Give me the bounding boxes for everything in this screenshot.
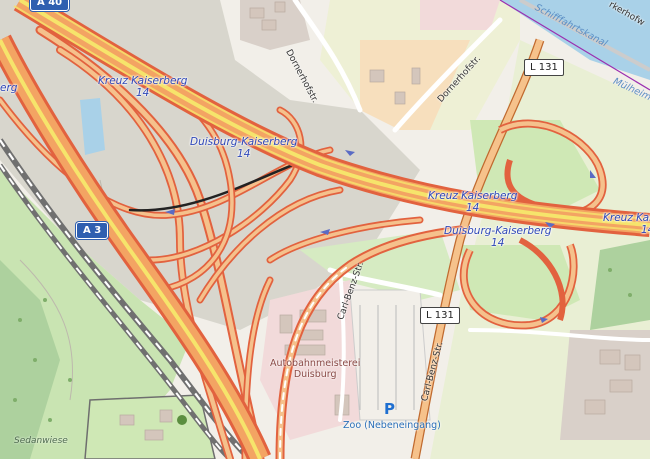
junction-name: Kreuz Kaiserberg	[603, 212, 650, 224]
junction-number: 14	[641, 224, 650, 236]
commercial-north	[420, 0, 500, 30]
zoo-area	[84, 394, 216, 459]
junction-name: Kreuz Kaiserberg	[428, 190, 518, 202]
zoo-icon	[177, 415, 187, 425]
poi-name-line1: Autobahnmeisterei	[270, 358, 361, 369]
a3-shield: A 3	[76, 222, 109, 239]
l131-shield-north: L 131	[524, 59, 564, 76]
junction-number: 14	[237, 148, 251, 160]
a40-shield: A 40	[30, 0, 70, 11]
junction-number: 14	[491, 237, 505, 249]
junction-number: 14	[136, 87, 150, 99]
junction-label-kreuz-kaiserberg-1: Kreuz Kaiserberg 14	[98, 75, 187, 99]
parking-icon[interactable]: P	[384, 400, 395, 418]
residential-southeast	[560, 330, 650, 440]
junction-label-kreuz-kaiserberg-2: Kreuz Kaiserberg 14	[428, 190, 517, 214]
junction-label-cut-left: erg	[0, 82, 18, 94]
l131-shield-south: L 131	[420, 307, 460, 324]
junction-label-duisburg-kaiserberg-1: Duisburg-Kaiserberg 14	[190, 136, 297, 160]
junction-number: 14	[466, 202, 480, 214]
junction-name: Duisburg-Kaiserberg	[190, 136, 298, 148]
map-canvas[interactable]: Kreuz Kaiserberg 14 Duisburg-Kaiserberg …	[0, 0, 650, 459]
zoo-entrance-label[interactable]: Zoo (Nebeneingang)	[343, 420, 441, 431]
junction-label-duisburg-kaiserberg-2: Duisburg-Kaiserberg 14	[444, 225, 551, 249]
junction-label-kreuz-kaiserberg-3: Kreuz Kaiserberg 14	[603, 212, 650, 236]
autobahnmeisterei-label: Autobahnmeisterei Duisburg	[270, 358, 360, 380]
junction-name: Duisburg-Kaiserberg	[444, 225, 552, 237]
junction-name: Kreuz Kaiserberg	[98, 75, 188, 87]
poi-name-line2: Duisburg	[293, 369, 337, 380]
sedanwiese-label: Sedanwiese	[14, 436, 68, 446]
